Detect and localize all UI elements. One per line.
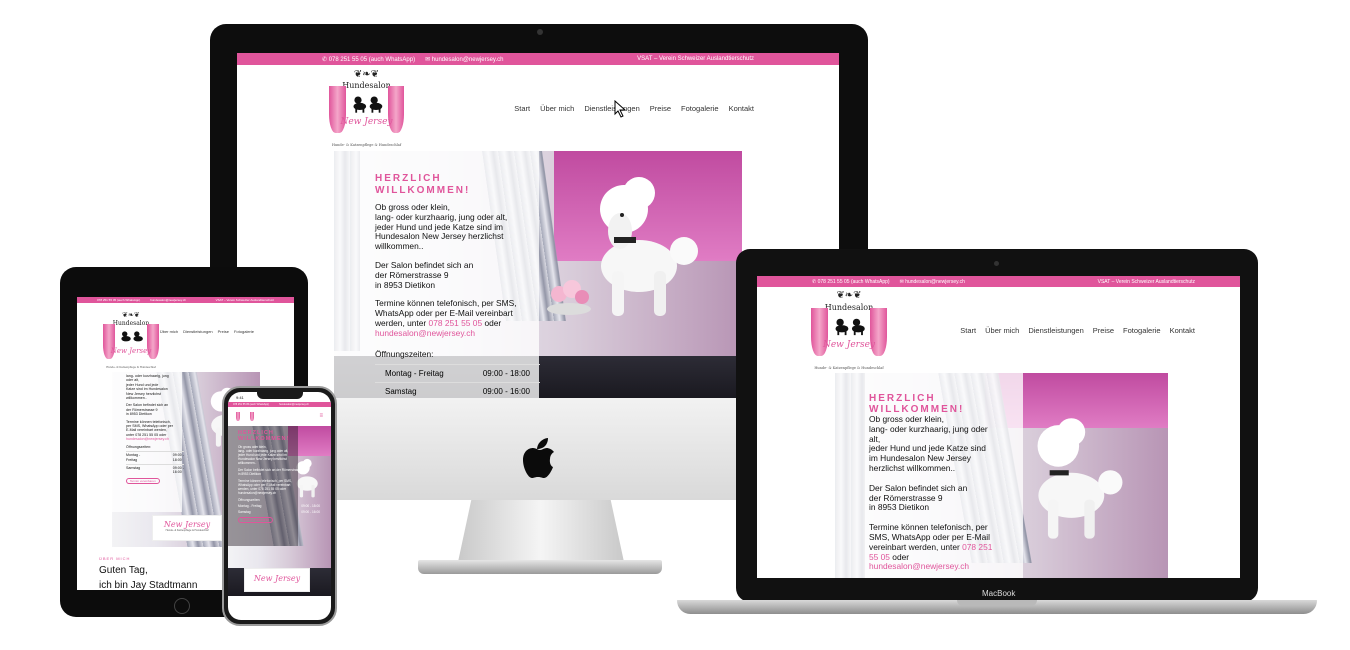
email-link[interactable]: ✉ hundesalon@newjersey.ch <box>900 279 965 285</box>
phone-link[interactable]: ✆ 078 251 55 05 (auch WhatsApp) <box>812 279 890 285</box>
macbook-camera <box>994 261 999 266</box>
main-nav: Über mich Dienstleistungen Preise Fotoga… <box>160 329 254 334</box>
flower-pot-icon <box>547 280 591 315</box>
mouse-cursor-icon <box>614 100 627 118</box>
hero-appointments: Termine können telefonisch, per SMS, What… <box>375 298 517 338</box>
macbook-website-screen: ✆ 078 251 55 05 (auch WhatsApp) ✉ hundes… <box>757 276 1240 578</box>
hours-row: Samstag 09:00 - 16:00 <box>385 386 530 396</box>
iphone-notch <box>257 391 303 399</box>
hero-phone-link[interactable]: 078 251 <box>962 542 992 552</box>
site-logo[interactable]: ❦❧❦ Hundesalon New Jersey Hunde- & Katze… <box>103 311 159 369</box>
hero-text: HERZLICH WILLKOMMEN! Ob gross oder klein… <box>375 173 540 398</box>
hero-appointments: Termine können telefonisch, per SMS, What… <box>869 522 993 572</box>
hero-section: New Jersey HERZLICH WILLKOMMEN! Ob gross … <box>228 426 331 596</box>
nav-start[interactable]: Start <box>960 326 976 335</box>
hero-intro: Ob gross oder klein, lang- oder kurzhaari… <box>869 414 988 473</box>
imac-camera <box>537 29 543 35</box>
nav-preise[interactable]: Preise <box>650 104 671 113</box>
hamburger-menu-icon[interactable]: ≡ <box>319 413 323 419</box>
nav-fotogalerie[interactable]: Fotogalerie <box>681 104 719 113</box>
hours-table: Montag - Freitag 09:00 - 18:00 Samstag 09:… <box>375 363 540 398</box>
hero-title-line2: WILLKOMMEN! <box>375 185 471 196</box>
hero-address: Der Salon befindet sich an der Römerstras… <box>375 259 474 290</box>
poodle-image-icon <box>1037 418 1123 539</box>
hours-title: Öffnungszeiten: <box>375 348 434 359</box>
site-logo[interactable]: ❦❧❦ Hundesalon New Jersey Hunde- & Katze… <box>811 290 887 370</box>
phone-text: 078 251 55 05 (auch WhatsApp) <box>328 56 416 63</box>
main-header: ❦❧❦ Hundesalon New Jersey Hunde- & Katze… <box>757 287 1240 373</box>
nav-start[interactable]: Start <box>514 104 530 113</box>
hero-address: Der Salon befindet sich an der Römerstras… <box>869 482 968 513</box>
nav-kontakt[interactable]: Kontakt <box>1170 326 1195 335</box>
nav-dienstleistungen[interactable]: Dienstleistungen <box>183 329 213 334</box>
hero-email-link[interactable]: hundesalon@newjersey.ch <box>869 561 969 571</box>
mobile-header: ≡ <box>228 407 331 425</box>
site-logo[interactable] <box>236 408 254 424</box>
top-info-bar: ✆ 078 251 55 05 (auch WhatsApp) ✉ hundes… <box>237 53 839 65</box>
hero-phone-link[interactable]: 078 251 55 05 <box>429 318 483 328</box>
nav-preise[interactable]: Preise <box>1093 326 1114 335</box>
top-info-bar: ✆ 078 251 55 05 (auch WhatsApp) ✉ hundes… <box>757 276 1240 287</box>
email-link[interactable]: hundesalon@newjersey.ch <box>150 298 186 302</box>
about-kicker: ÜBER MICH <box>99 556 131 561</box>
hero-text: HERZLICH WILLKOMMEN! Ob gross oder klein,… <box>238 430 320 523</box>
nav-fotogalerie[interactable]: Fotogalerie <box>1123 326 1161 335</box>
nav-ueber-mich[interactable]: Über mich <box>540 104 574 113</box>
nav-dienstleistungen[interactable]: Dienstleistungen <box>1028 326 1083 335</box>
nav-kontakt[interactable]: Kontakt <box>729 104 754 113</box>
hours-row: Montag - Freitag 09:00 - 18:00 <box>375 365 540 383</box>
hero-intro: Ob gross oder klein, lang- oder kurzhaari… <box>375 202 508 252</box>
site-logo[interactable]: ❦❧❦ Hundesalon New Jersey Hunde- & Katze… <box>329 69 404 147</box>
poodles-icon <box>120 331 143 342</box>
nav-dienstleistungen[interactable]: Dienstleistungen <box>584 104 639 113</box>
iphone-website-screen: 9:41 078 251 55 05 (auch WhatsApp) hunde… <box>228 392 331 620</box>
email-text: hundesalon@newjersey.ch <box>431 56 504 63</box>
macbook-notch <box>957 600 1037 606</box>
main-nav: Start Über mich Dienstleistungen Preise … <box>960 326 1195 335</box>
vsat-link[interactable]: VSAT – Verein Schweizer Auslandtierschut… <box>1098 279 1195 285</box>
responsive-mockup-stage: ✆ 078 251 55 05 (auch WhatsApp) ✉ hundes… <box>0 0 1350 650</box>
nav-ueber-mich[interactable]: Über mich <box>160 329 178 334</box>
phone-link[interactable]: 078 251 55 05 (auch WhatsApp) <box>97 298 140 302</box>
nav-preise[interactable]: Preise <box>218 329 229 334</box>
hero-email-link[interactable]: hundesalon@newjersey.ch <box>375 328 475 338</box>
hero-email-link[interactable]: hundesalon@newjersey.ch <box>126 437 184 441</box>
logo-tagline: Hunde- & Katzenpflege & Hundeschlaf <box>331 143 402 147</box>
apple-logo-icon <box>523 438 554 478</box>
vsat-link[interactable]: VSAT – Verein Schweizer Auslandtierschut… <box>216 298 274 302</box>
imac-stand-neck <box>458 500 624 562</box>
main-header: ❦❧❦ Hundesalon New Jersey Hunde- & Katze… <box>77 303 294 369</box>
email-link[interactable]: ✉ hundesalon@newjersey.ch <box>425 56 503 63</box>
phone-link[interactable]: ✆ 078 251 55 05 (auch WhatsApp) <box>322 56 415 63</box>
macbook-label: MacBook <box>982 589 1016 598</box>
poodles-icon <box>353 96 382 114</box>
hero-section: HERZLICH WILLKOMMEN! Ob gross oder klein… <box>334 151 742 398</box>
about-intro: ich bin Jay Stadtmann <box>99 580 198 590</box>
logo-ornament: ❦❧❦ <box>353 69 380 80</box>
hero-text: HERZLICH WILLKOMMEN! Ob gross oder klein… <box>869 393 1019 572</box>
poodle-image-icon <box>600 177 698 316</box>
appointment-button[interactable]: Termin vereinbaren <box>126 477 160 485</box>
appointment-button[interactable]: Termin vereinbaren <box>238 517 274 523</box>
imac-stand-base <box>418 560 662 574</box>
hero-text: lang- oder kurzhaarig, jung oder alt, jede… <box>126 374 184 485</box>
main-header: ❦❧❦ Hundesalon New Jersey Hunde- & Katze… <box>237 65 839 151</box>
nav-ueber-mich[interactable]: Über mich <box>985 326 1019 335</box>
poodles-icon <box>835 318 865 336</box>
hero-title-line1: HERZLICH <box>375 173 442 184</box>
salon-sign: New Jersey <box>244 568 310 592</box>
nav-fotogalerie[interactable]: Fotogalerie <box>234 329 254 334</box>
vsat-link[interactable]: VSAT – Verein Schweizer Auslandtierschut… <box>637 56 754 62</box>
ipad-home-button[interactable] <box>174 598 190 614</box>
hero-section: HERZLICH WILLKOMMEN! Ob gross oder klein… <box>835 373 1168 578</box>
main-nav: Start Über mich Dienstleistungen Preise … <box>514 104 754 113</box>
logo-script-text: New Jersey <box>340 117 393 128</box>
salon-sign: New Jersey Hunde- & Katzenpflege & Hunde… <box>152 515 222 541</box>
about-greeting: Guten Tag, <box>99 565 148 576</box>
